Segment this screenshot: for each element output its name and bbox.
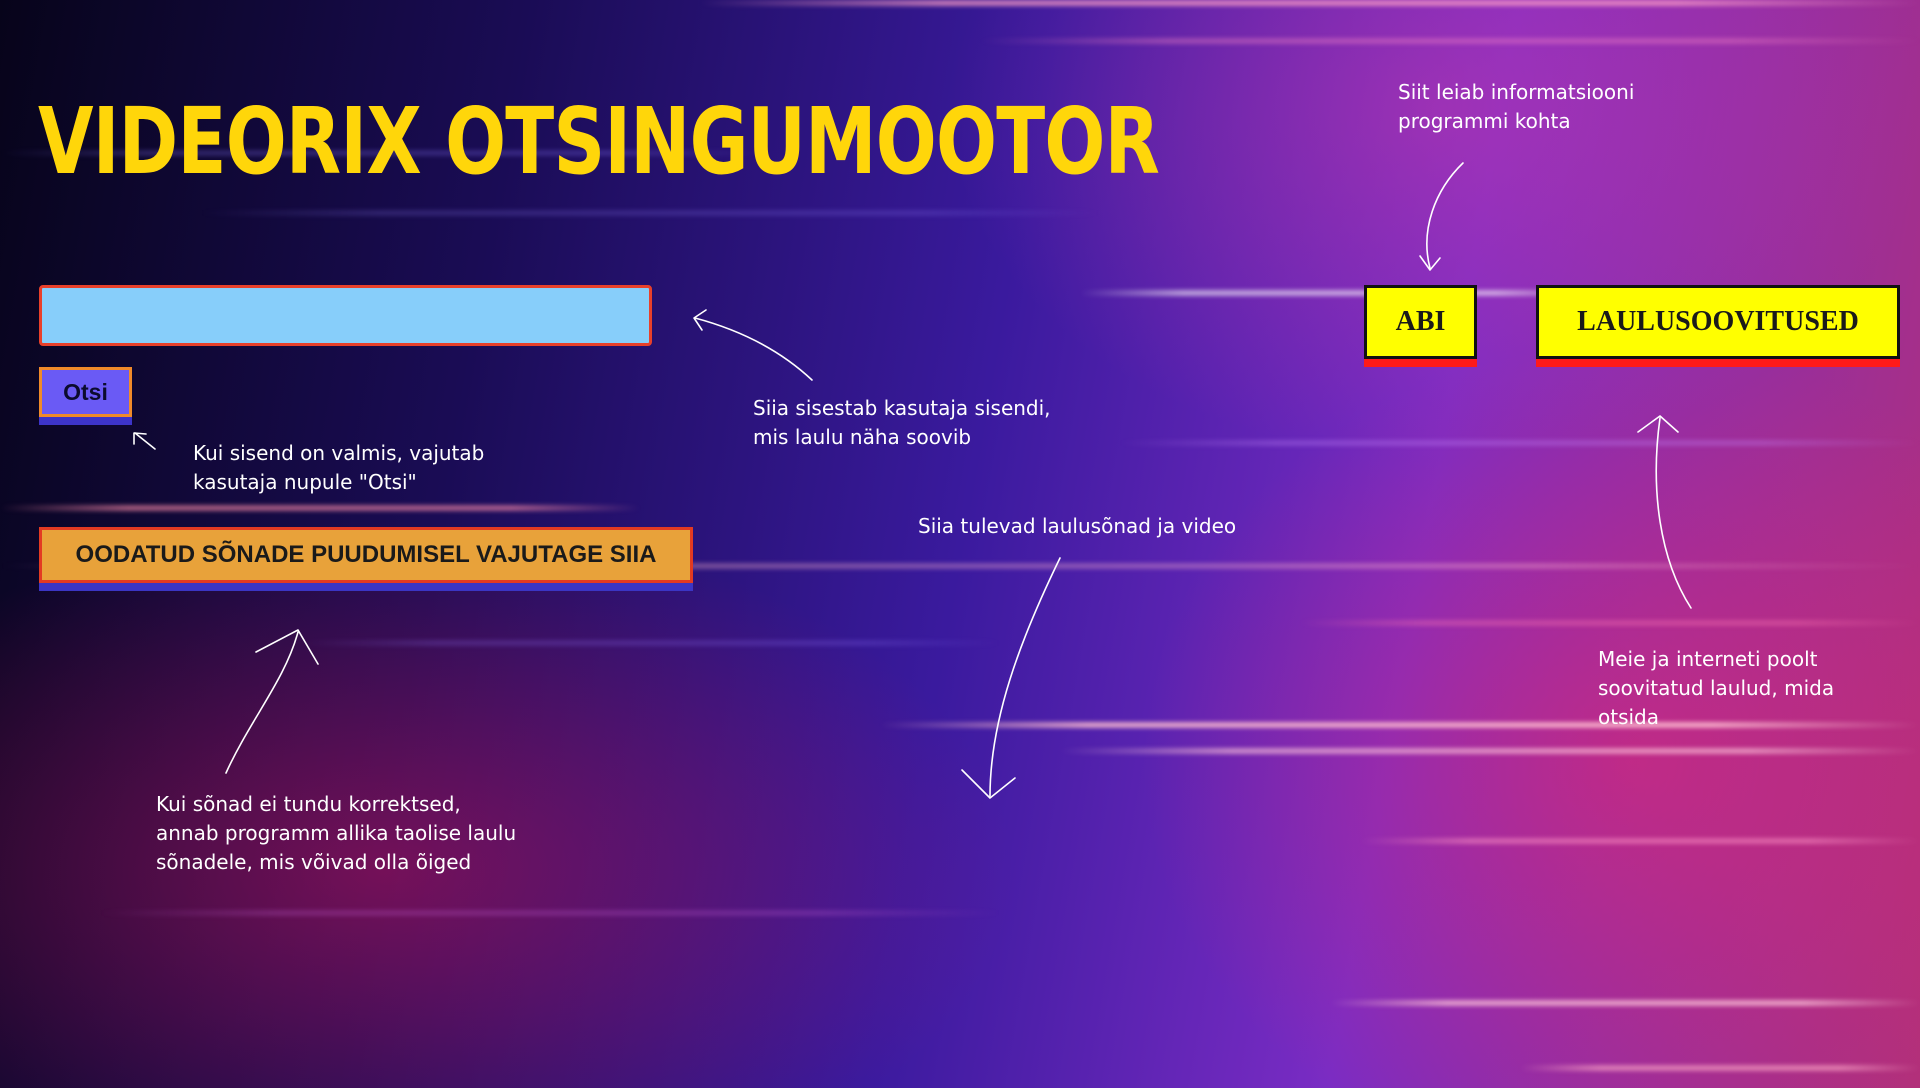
annotation-suggestions: Meie ja interneti poolt soovitatud laulu…	[1598, 647, 1835, 729]
annotation-search-button: Kui sisend on valmis, vajutab kasutaja n…	[193, 441, 485, 494]
arrow-head	[693, 309, 707, 331]
song-suggestions-button[interactable]: LAULUSOOVITUSED	[1536, 285, 1900, 359]
annotation-help-info: Siit leiab informatsiooni programmi koht…	[1398, 80, 1635, 133]
light-streak	[1060, 748, 1920, 754]
arrow-to-search-input	[694, 317, 813, 381]
annotation-missing-words: Kui sõnad ei tundu korrektsed, annab pro…	[156, 792, 517, 874]
arrow-head	[1637, 415, 1679, 433]
help-button[interactable]: ABI	[1364, 285, 1477, 359]
light-streak	[100, 910, 1000, 916]
arrow-to-search-button	[134, 432, 156, 450]
arrow-head	[1419, 255, 1441, 271]
annotation-lyrics-video: Siia tulevad laulusõnad ja video	[918, 514, 1237, 538]
light-streak	[700, 0, 1920, 6]
arrow-head	[961, 769, 1016, 799]
light-streak	[1120, 440, 1920, 446]
arrow-head	[255, 629, 319, 665]
missing-words-button[interactable]: OODATUD SÕNADE PUUDUMISEL VAJUTAGE SIIA	[39, 527, 693, 583]
light-streak	[1360, 838, 1920, 844]
light-streak	[0, 505, 640, 511]
page-title: VIDEORIX OTSINGUMOOTOR	[38, 88, 1160, 195]
annotation-search-input: Siia sisestab kasutaja sisendi, mis laul…	[753, 396, 1051, 449]
light-streak	[300, 640, 1000, 646]
light-streak	[1330, 1000, 1920, 1006]
light-streak	[1300, 620, 1920, 626]
light-streak	[980, 38, 1920, 44]
light-streak	[1520, 1065, 1920, 1071]
light-streak	[1080, 290, 1600, 296]
arrow-to-help-button	[1426, 162, 1464, 269]
arrow-to-missing-words-button	[225, 631, 299, 774]
arrow-to-lyrics-area	[989, 557, 1061, 797]
arrow-head	[133, 432, 147, 445]
search-button[interactable]: Otsi	[39, 367, 132, 417]
light-streak	[200, 210, 1100, 216]
search-input[interactable]	[39, 285, 652, 346]
arrow-to-suggestions-button	[1655, 417, 1692, 609]
